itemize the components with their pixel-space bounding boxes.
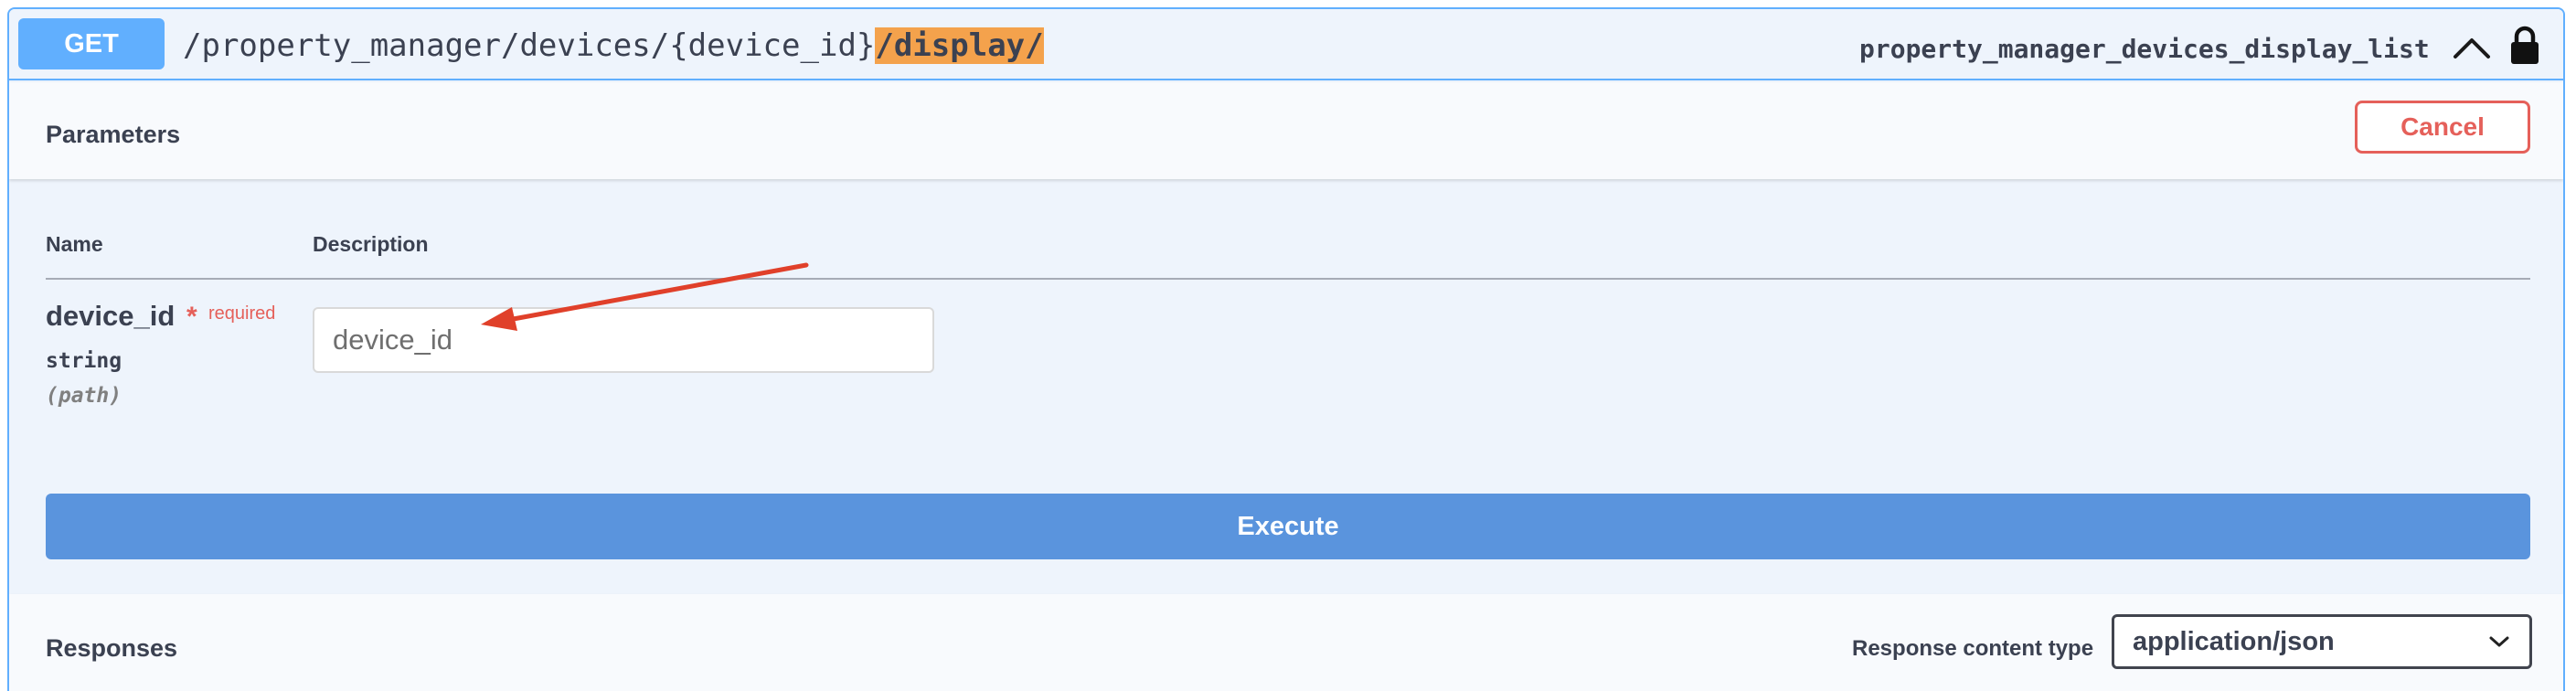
parameter-name: device_id [46,300,176,332]
parameters-title: Parameters [46,121,181,148]
cancel-button[interactable]: Cancel [2355,101,2530,154]
required-star: * [186,302,197,332]
endpoint-path-prefix: /property_manager/devices/{device_id} [183,27,876,64]
lock-icon[interactable] [2509,26,2540,66]
column-header-name: Name [46,232,103,256]
parameters-header: Parameters Cancel [9,82,2563,179]
content-type-select[interactable]: application/json [2112,614,2532,669]
responses-header: Responses Response content type applicat… [9,594,2563,691]
execute-button[interactable]: Execute [46,494,2530,559]
http-method-badge: GET [18,18,165,69]
content-type-label: Response content type [1852,636,2094,661]
content-type-value: application/json [2133,626,2335,656]
table-divider [46,278,2530,280]
operation-id: property_manager_devices_display_list [1859,34,2430,64]
operation-summary[interactable]: GET /property_manager/devices/{device_id… [9,9,2563,80]
responses-title: Responses [46,634,178,662]
chevron-up-icon[interactable] [2450,29,2494,66]
required-label: required [208,303,276,324]
parameter-location: (path) [46,384,122,408]
endpoint-path: /property_manager/devices/{device_id}/di… [183,27,1044,64]
device-id-input[interactable] [313,307,934,373]
endpoint-path-highlight: /display/ [875,27,1044,64]
column-header-description: Description [313,232,429,256]
operation-block: GET /property_manager/devices/{device_id… [7,7,2565,691]
chevron-down-icon [2489,636,2509,647]
parameter-type: string [46,349,122,373]
